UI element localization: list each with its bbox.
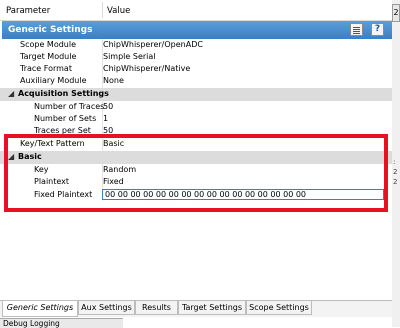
param-value[interactable]: Fixed	[103, 177, 124, 186]
column-header: Parameter Value	[0, 0, 392, 21]
param-row-auxiliary-module[interactable]: Auxiliary Module None	[0, 75, 392, 87]
param-row-number-of-sets[interactable]: Number of Sets 1	[0, 113, 392, 125]
param-key: Trace Format	[20, 64, 72, 73]
param-key: Key	[34, 165, 49, 174]
param-value[interactable]: Simple Serial	[103, 52, 156, 61]
param-key: Fixed Plaintext	[34, 190, 93, 199]
collapse-arrow-icon[interactable]: ◢	[8, 152, 14, 161]
param-row-plaintext[interactable]: Plaintext Fixed	[0, 176, 392, 188]
tab-aux-settings[interactable]: Aux Settings	[78, 301, 135, 315]
edge-text-1: :	[393, 158, 396, 166]
edge-text-2: 2	[393, 168, 398, 176]
tab-generic-settings[interactable]: Generic Settings	[2, 301, 78, 317]
param-row-trace-format[interactable]: Trace Format ChipWhisperer/Native	[0, 63, 392, 75]
basic-section[interactable]: ◢ Basic	[0, 151, 392, 164]
param-row-target-module[interactable]: Target Module Simple Serial	[0, 51, 392, 63]
tab-scope-settings[interactable]: Scope Settings	[246, 301, 312, 315]
param-value[interactable]: 50	[103, 102, 113, 111]
param-value[interactable]: ChipWhisperer/Native	[103, 64, 190, 73]
param-key: Key/Text Pattern	[20, 139, 85, 148]
tab-results[interactable]: Results	[135, 301, 178, 315]
param-row-fixed-plaintext[interactable]: Fixed Plaintext 00 00 00 00 00 00 00 00 …	[0, 189, 392, 201]
param-value[interactable]: 1	[103, 114, 108, 123]
param-value[interactable]: Basic	[103, 139, 124, 148]
tab-target-settings[interactable]: Target Settings	[178, 301, 246, 315]
param-row-scope-module[interactable]: Scope Module ChipWhisperer/OpenADC	[0, 39, 392, 51]
param-key: Plaintext	[34, 177, 70, 186]
param-value[interactable]: None	[103, 76, 124, 85]
param-key: Number of Traces	[34, 102, 105, 111]
adjacent-panel-button[interactable]: 2	[392, 4, 400, 22]
group-title: Generic Settings	[8, 25, 93, 35]
param-value[interactable]: 50	[103, 126, 113, 134]
acquisition-settings-section[interactable]: ◢ Acquisition Settings	[0, 88, 392, 101]
value-column-header[interactable]: Value	[107, 6, 130, 16]
param-key: Scope Module	[20, 40, 77, 49]
section-label: Basic	[18, 152, 42, 161]
section-label: Acquisition Settings	[18, 89, 109, 98]
param-row-number-of-traces[interactable]: Number of Traces 50	[0, 101, 392, 113]
parameter-column-header[interactable]: Parameter	[6, 6, 50, 16]
param-row-key-text-pattern[interactable]: Key/Text Pattern Basic	[0, 138, 392, 150]
document-icon[interactable]	[350, 23, 363, 36]
param-key: Traces per Set	[34, 126, 91, 134]
fixed-plaintext-input[interactable]: 00 00 00 00 00 00 00 00 00 00 00 00 00 0…	[102, 189, 384, 200]
param-value[interactable]: Random	[103, 165, 136, 174]
generic-settings-header: Generic Settings ?	[2, 21, 392, 39]
edge-text-3: 2	[393, 178, 398, 186]
parameter-tree-panel: Parameter Value Generic Settings ? Scope…	[0, 0, 392, 328]
param-key: Number of Sets	[34, 114, 97, 123]
help-icon[interactable]: ?	[371, 23, 384, 36]
collapse-arrow-icon[interactable]: ◢	[8, 89, 14, 98]
column-separator[interactable]	[102, 2, 103, 18]
param-row-key[interactable]: Key Random	[0, 164, 392, 176]
settings-tab-bar: Generic Settings Aux Settings Results Ta…	[0, 300, 392, 317]
param-value[interactable]: ChipWhisperer/OpenADC	[103, 40, 203, 49]
param-row-traces-per-set[interactable]: Traces per Set 50	[0, 125, 392, 134]
param-key: Target Module	[20, 52, 77, 61]
param-key: Auxiliary Module	[20, 76, 87, 85]
